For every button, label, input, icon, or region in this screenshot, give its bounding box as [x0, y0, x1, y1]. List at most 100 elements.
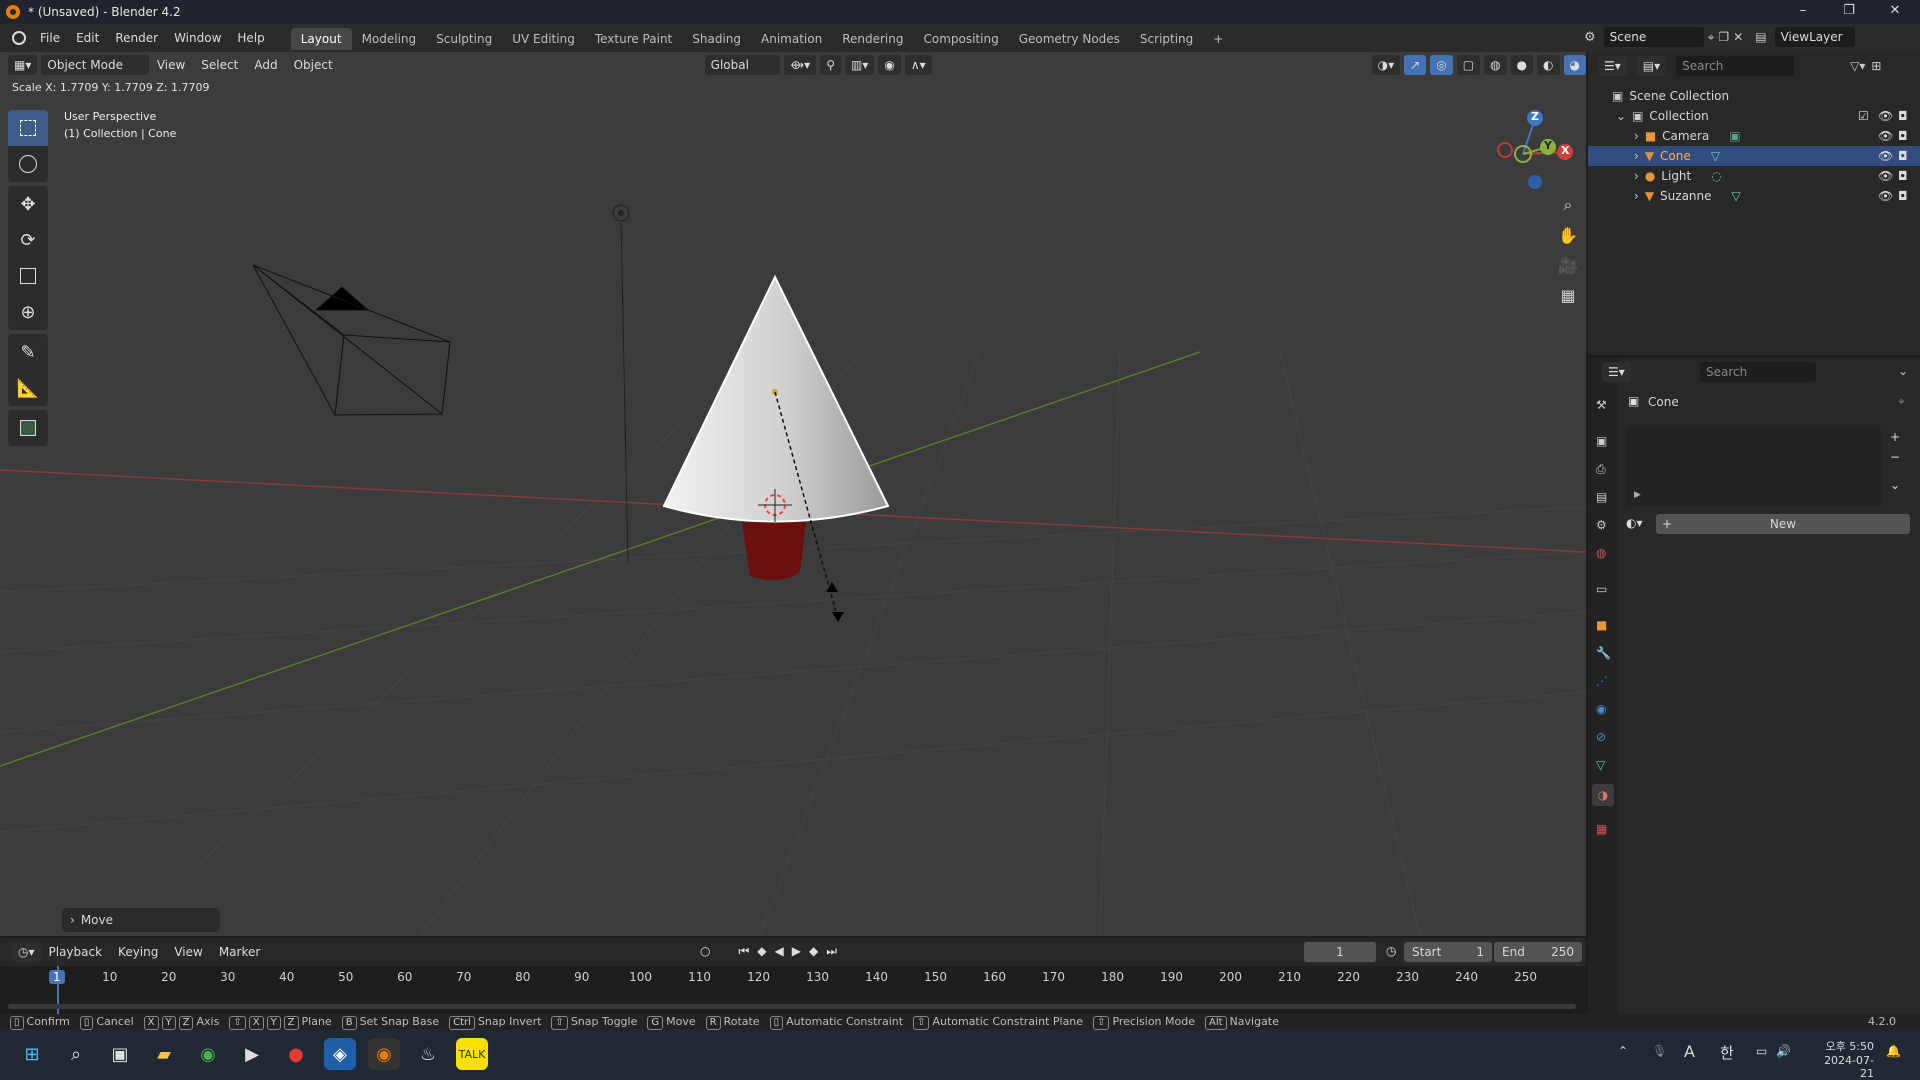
slot-menu-icon[interactable]: ⌄: [1890, 478, 1900, 492]
tab-modeling[interactable]: Modeling: [352, 28, 427, 50]
visibility-button[interactable]: ◑▾: [1371, 55, 1401, 75]
camera-render-icon[interactable]: ◘: [1898, 169, 1908, 183]
gizmo-toggle-button[interactable]: ↗: [1404, 55, 1427, 75]
code-editor-icon[interactable]: ◈: [324, 1038, 356, 1070]
timeline-tick-label[interactable]: 70: [456, 970, 471, 984]
end-frame-field[interactable]: End 250: [1494, 942, 1582, 962]
clock-icon[interactable]: ◷: [1386, 944, 1396, 958]
file-explorer-icon[interactable]: ▰: [148, 1038, 180, 1070]
timeline-scrollbar[interactable]: [8, 1004, 1576, 1009]
jump-end-icon[interactable]: ⏭: [826, 944, 837, 959]
menu-keying[interactable]: Keying: [110, 945, 166, 959]
menu-timeline-view[interactable]: View: [166, 945, 210, 959]
pin-icon[interactable]: ⌖: [1708, 30, 1715, 45]
display-mode-button[interactable]: ▤▾: [1636, 56, 1667, 76]
tab-rendering[interactable]: Rendering: [832, 28, 913, 50]
menu-select[interactable]: Select: [193, 58, 246, 72]
timeline-tick-label[interactable]: 50: [338, 970, 353, 984]
tab-shading[interactable]: Shading: [682, 28, 751, 50]
timeline-tick-label[interactable]: 90: [574, 970, 589, 984]
transform-tool[interactable]: ⊕: [8, 294, 48, 330]
tool-tab-icon[interactable]: ⚒: [1596, 398, 1607, 412]
eye-icon[interactable]: 👁: [1878, 109, 1893, 123]
chevron-right-icon[interactable]: ›: [1634, 169, 1639, 183]
shading-solid-button[interactable]: ●: [1510, 55, 1534, 75]
chevron-right-icon[interactable]: ›: [1634, 189, 1639, 203]
clock-time[interactable]: 오후 5:50: [1812, 1038, 1874, 1054]
camera-render-icon[interactable]: ◘: [1898, 189, 1908, 203]
menu-marker[interactable]: Marker: [211, 945, 268, 959]
timeline-tick-label[interactable]: 30: [220, 970, 235, 984]
play-reverse-icon[interactable]: ◀: [775, 944, 784, 959]
media-player-icon[interactable]: ▶: [236, 1038, 268, 1070]
material-slot-list[interactable]: [1626, 428, 1882, 506]
timeline-editor-type-button[interactable]: ◷▾: [12, 942, 41, 962]
tab-animation[interactable]: Animation: [751, 28, 832, 50]
outliner-search-input[interactable]: Search: [1676, 56, 1795, 76]
volume-icon[interactable]: 🔊: [1776, 1044, 1791, 1058]
filter-icon[interactable]: ▽▾: [1850, 59, 1865, 73]
timeline-tick-label[interactable]: 240: [1455, 970, 1478, 984]
pivot-point-button[interactable]: ⟴▾: [784, 55, 817, 75]
particles-tab-icon[interactable]: ⋰: [1596, 674, 1608, 688]
timeline-tick-label[interactable]: 200: [1219, 970, 1242, 984]
timeline-tick-label[interactable]: 250: [1514, 970, 1537, 984]
auto-keying-button[interactable]: ○: [700, 944, 710, 959]
light-data-icon[interactable]: ◌: [1711, 169, 1721, 183]
annotate-tool[interactable]: ✎: [8, 334, 48, 370]
xray-toggle-button[interactable]: ▢: [1456, 55, 1481, 75]
blender-menu-icon[interactable]: [12, 31, 26, 45]
timeline-tick-label[interactable]: 110: [688, 970, 711, 984]
material-browse-icon[interactable]: ◐▾: [1626, 516, 1643, 530]
current-frame-field[interactable]: 1: [1304, 942, 1376, 962]
menu-add[interactable]: Add: [246, 58, 285, 72]
timeline-tick-label[interactable]: 1: [49, 970, 65, 984]
camera-render-icon[interactable]: ◘: [1898, 129, 1908, 143]
timeline-tick-label[interactable]: 220: [1337, 970, 1360, 984]
blender-taskbar-icon[interactable]: ◉: [368, 1038, 400, 1070]
mic-icon[interactable]: 🎙: [1652, 1044, 1667, 1058]
timeline-tick-label[interactable]: 210: [1278, 970, 1301, 984]
timeline-tick-label[interactable]: 40: [279, 970, 294, 984]
viewport-3d[interactable]: Z X Y Scale X: 1.7709 Y: 1.7709 Z: 1.770…: [0, 52, 1586, 936]
modifier-tab-icon[interactable]: 🔧: [1596, 646, 1611, 660]
outliner-item-camera[interactable]: › ■ Camera ▣ 👁 ◘: [1588, 126, 1920, 146]
shading-rendered-button[interactable]: ◕: [1563, 55, 1586, 75]
physics-tab-icon[interactable]: ◉: [1596, 702, 1606, 716]
new-material-button[interactable]: + New: [1656, 514, 1910, 534]
menu-help[interactable]: Help: [229, 24, 272, 52]
maximize-button[interactable]: ❐: [1826, 0, 1872, 24]
remove-icon[interactable]: ✕: [1733, 30, 1743, 44]
tab-compositing[interactable]: Compositing: [913, 28, 1008, 50]
properties-search-input[interactable]: Search: [1700, 362, 1816, 382]
scale-tool[interactable]: [8, 258, 48, 294]
outliner-item-light[interactable]: › ● Light ◌ 👁 ◘: [1588, 166, 1920, 186]
scene-tab-icon[interactable]: ⚙: [1596, 518, 1607, 532]
properties-editor-type-button[interactable]: ☰▾: [1602, 362, 1631, 382]
clock-date[interactable]: 2024-07-21: [1812, 1054, 1874, 1080]
new-collection-icon[interactable]: ⊞: [1871, 59, 1881, 73]
select-box-tool[interactable]: [8, 110, 48, 146]
pan-button[interactable]: ✋: [1553, 220, 1583, 250]
render-tab-icon[interactable]: ▣: [1596, 434, 1607, 448]
measure-tool[interactable]: 📐: [8, 370, 48, 406]
mesh-data-icon[interactable]: ▽: [1732, 189, 1741, 203]
kakaotalk-icon[interactable]: TALK: [456, 1038, 488, 1070]
world-tab-icon[interactable]: ◍: [1596, 546, 1606, 560]
scene-selector[interactable]: Scene: [1603, 27, 1704, 47]
tray-chevron-icon[interactable]: ⌃: [1618, 1044, 1628, 1058]
outliner-editor-type-button[interactable]: ☰▾: [1598, 56, 1627, 76]
add-cube-tool[interactable]: [8, 410, 48, 446]
steam-icon[interactable]: ♨: [412, 1038, 444, 1070]
timeline-tick-label[interactable]: 150: [924, 970, 947, 984]
remove-slot-button[interactable]: −: [1890, 450, 1900, 464]
menu-edit[interactable]: Edit: [68, 24, 107, 52]
menu-object[interactable]: Object: [286, 58, 341, 72]
camera-view-button[interactable]: 🎥: [1553, 250, 1583, 280]
transform-orientation-selector[interactable]: Global: [704, 55, 781, 75]
menu-file[interactable]: File: [32, 24, 68, 52]
close-button[interactable]: ✕: [1872, 0, 1918, 24]
timeline-tick-label[interactable]: 10: [102, 970, 117, 984]
chevron-down-icon[interactable]: ⌄: [1898, 364, 1908, 378]
triangle-right-icon[interactable]: ▶: [1634, 490, 1641, 500]
